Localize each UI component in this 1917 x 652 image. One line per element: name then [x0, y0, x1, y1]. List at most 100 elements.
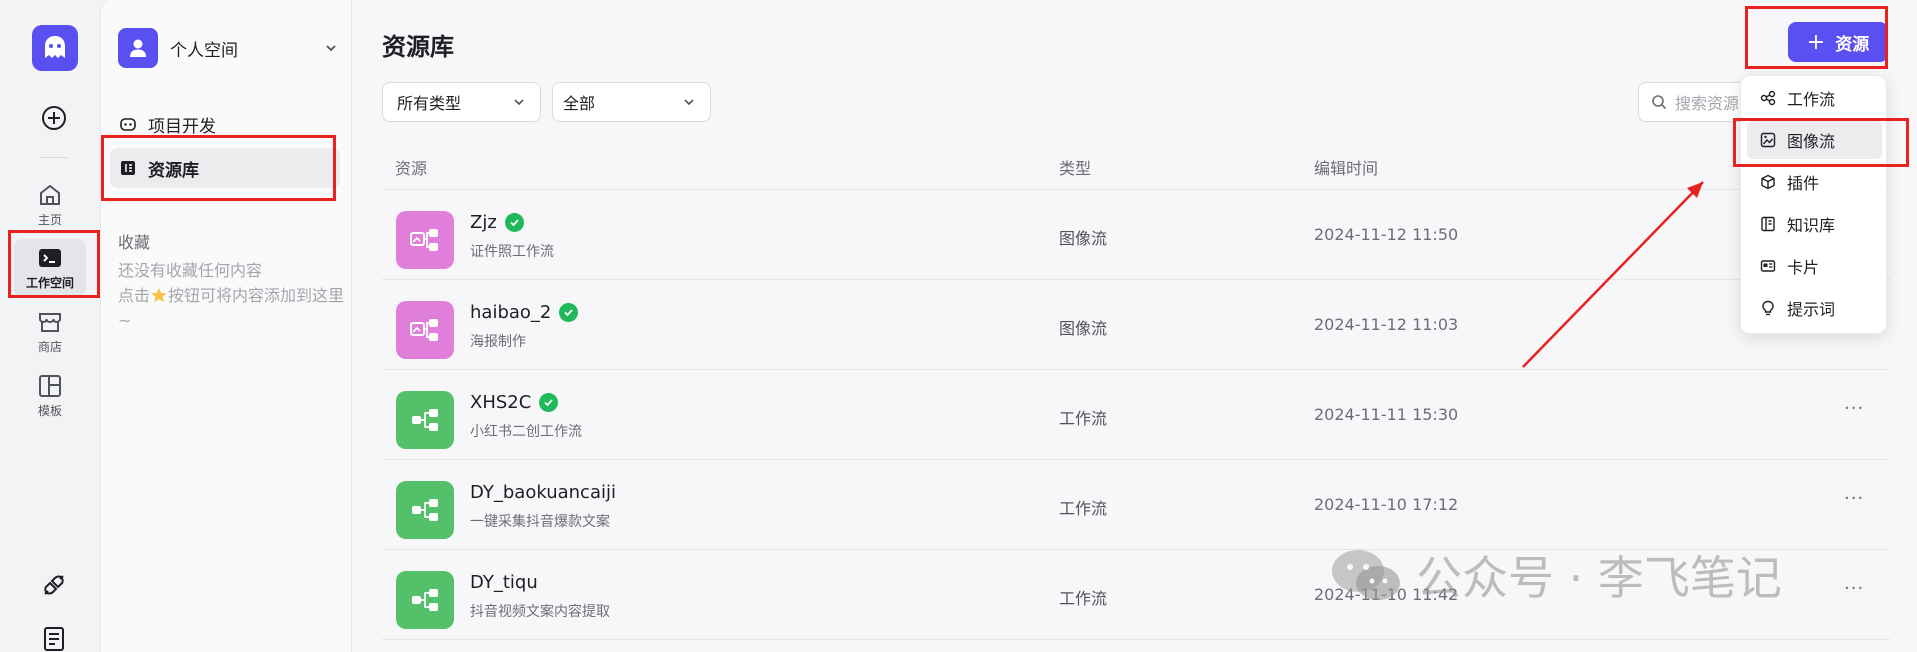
space-selector[interactable]: 个人空间 [118, 27, 338, 69]
menu-item-plugin[interactable]: 插件 [1747, 163, 1882, 201]
bot-icon [118, 114, 138, 134]
icon-rail: 主页 工作空间 商店 模板 [0, 0, 100, 652]
table-row[interactable]: XHS2C 小红书二创工作流 工作流 2024-11-11 15:30 ··· [382, 370, 1890, 460]
resource-name-text: DY_baokuancaiji [470, 482, 616, 503]
menu-item-workflow[interactable]: 工作流 [1747, 79, 1882, 117]
menu-item-label: 工作流 [1787, 90, 1836, 109]
rail-item-store[interactable]: 商店 [14, 303, 86, 361]
resource-edit-time: 2024-11-12 11:03 [1314, 315, 1459, 334]
more-options-button[interactable]: ··· [1844, 398, 1864, 419]
resource-type: 工作流 [1059, 409, 1108, 428]
annotation-box [1733, 118, 1909, 167]
chevron-down-icon [684, 99, 694, 106]
create-button[interactable] [39, 103, 69, 133]
ghost-logo-icon [45, 36, 65, 58]
resource-name-text: DY_tiqu [470, 572, 538, 593]
annotation-box [1745, 6, 1888, 69]
resource-type: 工作流 [1059, 589, 1108, 608]
menu-item-prompt[interactable]: 提示词 [1747, 289, 1882, 327]
wechat-logo-icon [1332, 550, 1400, 600]
menu-item-card[interactable]: 卡片 [1747, 247, 1882, 285]
resource-edit-time: 2024-11-12 11:50 [1314, 225, 1459, 244]
type-filter-select[interactable]: 所有类型 [382, 82, 541, 122]
resource-description: 证件照工作流 [470, 244, 554, 260]
search-placeholder: 搜索资源 [1675, 94, 1740, 113]
add-resource-menu: 工作流 图像流 插件 知识库 卡片 提示词 [1740, 75, 1887, 334]
search-icon [1652, 95, 1667, 110]
menu-item-label: 卡片 [1787, 258, 1820, 277]
bulb-icon [1759, 299, 1777, 317]
verified-check-icon [539, 393, 559, 412]
resource-name-text: haibao_2 [470, 302, 552, 323]
annotation-box [8, 230, 100, 298]
resource-edit-time: 2024-11-10 17:12 [1314, 495, 1459, 514]
docs-button[interactable] [40, 625, 68, 652]
favorites-title: 收藏 [118, 233, 151, 252]
store-icon [39, 313, 61, 332]
verified-check-icon [504, 213, 524, 232]
menu-item-knowledge[interactable]: 知识库 [1747, 205, 1882, 243]
resource-description: 海报制作 [470, 334, 526, 350]
column-header-type: 类型 [1059, 159, 1092, 178]
more-options-button[interactable]: ··· [1844, 488, 1864, 509]
star-icon [151, 288, 167, 302]
workflow-icon [396, 481, 454, 539]
resource-name: DY_tiqu [470, 572, 538, 593]
home-icon [40, 184, 60, 205]
watermark-text: 公众号 · 李飞笔记 [1416, 551, 1782, 605]
workflow-icon [396, 571, 454, 629]
plugin-connect-button[interactable] [40, 571, 68, 599]
annotation-arrow [1522, 181, 1704, 368]
resource-name-text: XHS2C [470, 392, 532, 413]
chevron-down-icon [514, 99, 524, 106]
plug-icon [44, 575, 64, 595]
type-filter-value: 所有类型 [397, 94, 462, 113]
card-icon [1759, 257, 1777, 275]
menu-item-label: 提示词 [1787, 300, 1836, 319]
verified-check-icon [559, 303, 579, 322]
resource-name: DY_baokuancaiji [470, 482, 616, 503]
resource-type: 工作流 [1059, 499, 1108, 518]
template-icon [39, 375, 61, 397]
user-icon [130, 39, 146, 57]
rail-item-templates[interactable]: 模板 [14, 367, 86, 425]
scope-filter-select[interactable]: 全部 [552, 82, 711, 122]
rail-item-label: 主页 [37, 213, 62, 227]
imageflow-icon [396, 301, 454, 359]
resource-name-text: Zjz [470, 212, 497, 233]
app-logo[interactable] [32, 25, 78, 71]
space-name: 个人空间 [170, 40, 238, 61]
resource-type: 图像流 [1059, 229, 1108, 248]
workflow-icon [1759, 89, 1777, 107]
more-options-button[interactable]: ··· [1844, 578, 1864, 599]
favorites-empty-text: 还没有收藏任何内容 点击 按钮可将内容添加到这里~ [118, 258, 348, 333]
workflow-icon [396, 391, 454, 449]
resource-description: 一键采集抖音爆款文案 [470, 514, 610, 530]
favorites-empty-line: 还没有收藏任何内容 [118, 261, 263, 280]
resource-edit-time: 2024-11-11 15:30 [1314, 405, 1459, 424]
imageflow-icon [396, 211, 454, 269]
chevron-down-icon [326, 45, 336, 52]
rail-item-label: 商店 [37, 340, 62, 354]
scope-filter-value: 全部 [563, 94, 596, 113]
resource-description: 抖音视频文案内容提取 [470, 604, 610, 620]
table-row[interactable]: DY_baokuancaiji 一键采集抖音爆款文案 工作流 2024-11-1… [382, 460, 1890, 550]
menu-item-label: 知识库 [1787, 216, 1836, 235]
page-title: 资源库 [382, 33, 454, 61]
resource-description: 小红书二创工作流 [470, 424, 582, 440]
rail-item-label: 模板 [37, 404, 62, 418]
plus-circle-icon [42, 106, 66, 130]
resource-type: 图像流 [1059, 319, 1108, 338]
cube-icon [1759, 173, 1777, 191]
favorites-hint-pre: 点击 [118, 286, 151, 305]
space-avatar [118, 28, 158, 68]
document-icon [44, 627, 64, 651]
menu-item-label: 插件 [1787, 174, 1820, 193]
favorites-empty-line: 点击 按钮可将内容添加到这里~ [118, 283, 348, 333]
resource-name: Zjz [470, 212, 524, 233]
watermark: 公众号 · 李飞笔记 [1330, 542, 1782, 608]
resource-name: haibao_2 [470, 302, 579, 323]
rail-item-home[interactable]: 主页 [14, 176, 86, 234]
column-header-resource: 资源 [395, 159, 428, 178]
column-header-edited: 编辑时间 [1314, 159, 1379, 178]
